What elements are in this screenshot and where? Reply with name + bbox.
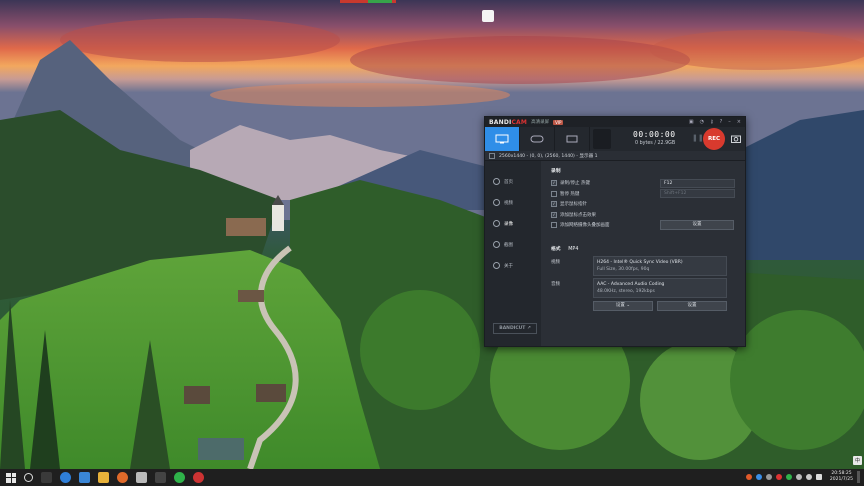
taskbar-clock[interactable]: 20:58:25 2021/7/25: [830, 471, 853, 483]
toolbar: 00:00:00 0 bytes / 22.9GB ❚❚ REC: [485, 127, 745, 151]
option-row: 暂停 热键 Shift+F12: [551, 189, 735, 200]
sidebar: 首页 视频 录像 截图 关于 BANDICUT ↗: [485, 161, 541, 346]
volume-icon[interactable]: [805, 474, 812, 480]
area-checkbox[interactable]: [489, 152, 495, 159]
notification-icon[interactable]: [857, 471, 860, 483]
video-format-row: 视频 H264 - Intel® Quick Sync Video (VBR) …: [551, 255, 735, 276]
game-mode-button[interactable]: [520, 127, 555, 151]
option-row: ✓ 添加鼠标点击效果: [551, 211, 596, 218]
option-row: 添加网络摄像头叠加画面 设置: [551, 220, 735, 231]
pause-hotkey-field[interactable]: Shift+F12: [660, 189, 735, 199]
hdmi-icon: [566, 135, 578, 143]
taskbar: 20:58:25 2021/7/25: [0, 469, 864, 486]
bandicam-window: BANDICAM 高清录屏 VIP ▣ ◔ ⚷ ? – × 00:00:00 0…: [484, 116, 746, 347]
audio-format-row: 音频 AAC - Advanced Audio Coding 48.0KHz, …: [551, 277, 735, 298]
tray-app-icon[interactable]: [745, 474, 752, 480]
format-section-title: 格式 MP4: [551, 246, 579, 252]
folder-icon[interactable]: ▣: [689, 119, 694, 125]
audio-mic-indicator[interactable]: [593, 129, 611, 149]
bandicut-link[interactable]: BANDICUT ↗: [493, 323, 537, 334]
pause-icon[interactable]: ❚❚: [692, 134, 704, 142]
system-tray: 20:58:25 2021/7/25: [745, 471, 860, 483]
click-effect-checkbox[interactable]: ✓: [551, 211, 557, 218]
home-icon: [493, 178, 500, 185]
sidebar-item-video[interactable]: 录像: [485, 213, 541, 234]
wechat-icon[interactable]: [174, 472, 185, 483]
capture-area-bar[interactable]: 2560x1440 - (0, 0), (2560, 1440) - 显示器 1: [485, 151, 745, 161]
tray-app-icon[interactable]: [785, 474, 792, 480]
settings-panel: 录制 ✓ 录制/停止 热键 F12 暂停 热键 Shift+F12 ✓ 显示鼠标…: [541, 161, 745, 346]
pause-hotkey-checkbox[interactable]: [551, 190, 557, 197]
desktop-shortcut-icon[interactable]: [482, 10, 494, 22]
key-icon[interactable]: ⚷: [710, 119, 714, 125]
tray-app-icon[interactable]: [765, 474, 772, 480]
bandicam-taskbar-icon[interactable]: [193, 472, 204, 483]
file-size-readout: 0 bytes / 22.9GB: [635, 141, 676, 146]
search-app-icon[interactable]: [117, 472, 128, 483]
help-icon[interactable]: ?: [720, 119, 723, 125]
app-logo: BANDICAM: [489, 118, 528, 126]
sidebar-item-image[interactable]: 截图: [485, 234, 541, 255]
device-mode-button[interactable]: [555, 127, 590, 151]
webcam-checkbox[interactable]: [551, 222, 557, 229]
hotkey-checkbox[interactable]: ✓: [551, 180, 557, 187]
tray-app-icon[interactable]: [755, 474, 762, 480]
image-icon: [493, 241, 500, 248]
file-explorer-icon[interactable]: [98, 472, 109, 483]
cursor-checkbox[interactable]: ✓: [551, 201, 557, 208]
screen-mode-button[interactable]: [485, 127, 520, 151]
rec-button[interactable]: REC: [703, 128, 725, 150]
store-icon[interactable]: [79, 472, 90, 483]
camera-icon[interactable]: [731, 134, 741, 143]
minimize-icon[interactable]: –: [728, 119, 731, 125]
language-icon[interactable]: [815, 474, 822, 480]
capture-area-text: 2560x1440 - (0, 0), (2560, 1440) - 显示器 1: [499, 153, 598, 159]
video-codec-box[interactable]: H264 - Intel® Quick Sync Video (VBR) Ful…: [593, 255, 727, 276]
ime-indicator[interactable]: 中: [852, 456, 862, 465]
container-format: MP4: [568, 246, 579, 252]
task-view-icon[interactable]: [41, 472, 52, 483]
audio-codec-box[interactable]: AAC - Advanced Audio Coding 48.0KHz, ste…: [593, 277, 727, 298]
info-icon: [493, 262, 500, 269]
windows-start-icon[interactable]: [6, 472, 16, 483]
format-settings-button[interactable]: 设置: [657, 300, 727, 311]
notepad-icon[interactable]: [136, 472, 147, 483]
gamepad-icon: [530, 135, 544, 143]
network-icon[interactable]: [795, 474, 802, 480]
option-row: ✓ 显示鼠标指针: [551, 201, 587, 208]
record-timer: 00:00:00: [633, 130, 676, 139]
sidebar-item-general[interactable]: 视频: [485, 192, 541, 213]
hotkey-field[interactable]: F12: [660, 178, 735, 188]
window-body: 首页 视频 录像 截图 关于 BANDICUT ↗ 录制 ✓ 录制/停止 热键 …: [485, 161, 745, 346]
close-icon[interactable]: ×: [737, 119, 741, 125]
video-icon: [493, 220, 500, 227]
title-bar[interactable]: BANDICAM 高清录屏 VIP ▣ ◔ ⚷ ? – ×: [485, 117, 745, 127]
preset-dropdown[interactable]: 设置 ⌄: [593, 300, 653, 311]
search-icon[interactable]: [24, 473, 33, 482]
sidebar-item-home[interactable]: 首页: [485, 171, 541, 192]
capcut-icon[interactable]: [155, 472, 166, 483]
gear-icon: [493, 199, 500, 206]
edge-icon[interactable]: [60, 472, 71, 483]
lock-icon[interactable]: ◔: [700, 119, 704, 125]
record-settings-button[interactable]: 设置: [660, 220, 734, 231]
sidebar-item-about[interactable]: 关于: [485, 255, 541, 276]
option-row: ✓ 录制/停止 热键 F12: [551, 178, 735, 189]
top-colored-strip: [340, 0, 396, 3]
monitor-icon: [495, 134, 509, 144]
app-subtitle: 高清录屏: [531, 120, 550, 125]
vip-badge[interactable]: VIP: [553, 119, 564, 125]
tray-app-icon[interactable]: [775, 474, 782, 480]
record-section-title: 录制: [551, 169, 561, 174]
